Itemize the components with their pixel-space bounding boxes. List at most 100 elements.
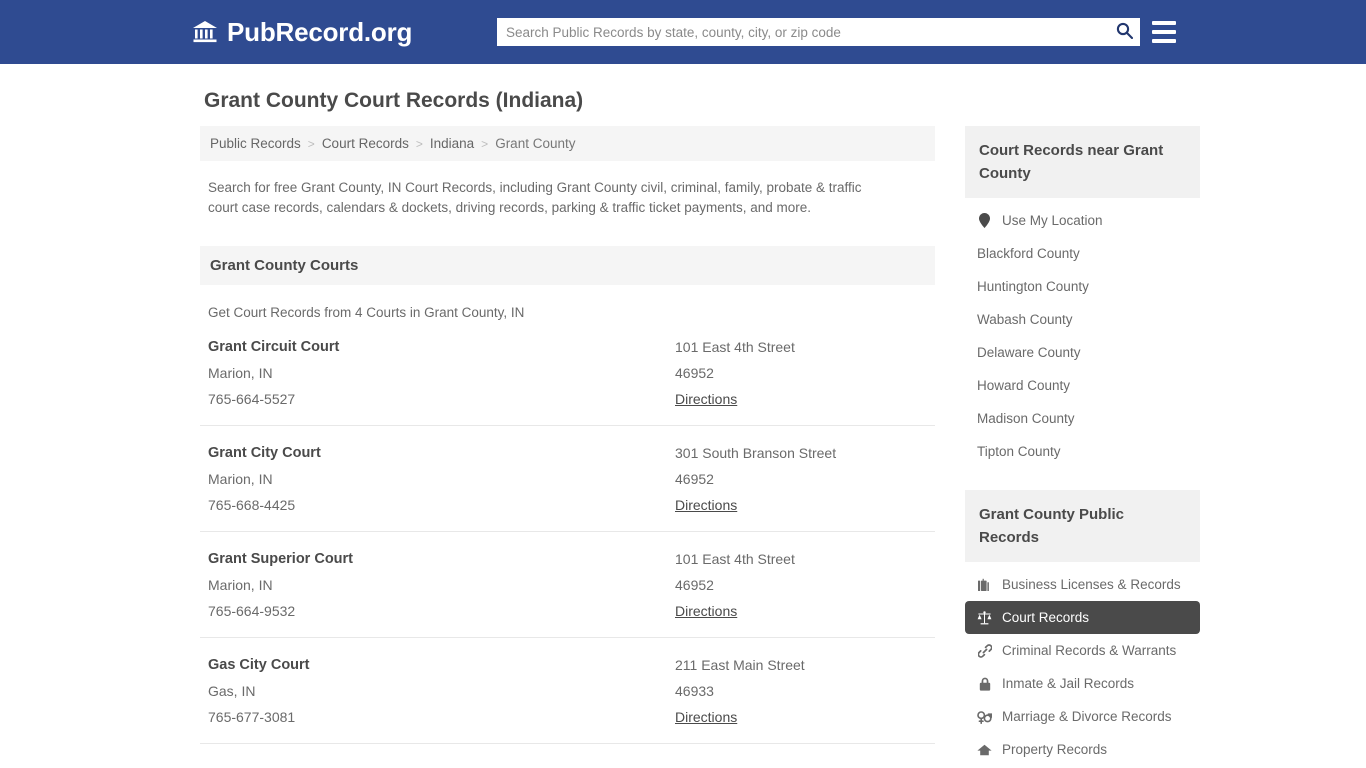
page-container: Grant County Court Records (Indiana) Pub… xyxy=(0,89,1366,768)
court-name: Gas City Court xyxy=(208,657,310,673)
court-phone: 765-664-5527 xyxy=(208,391,296,407)
court-address-block: 101 East 4th Street 46952 Directions xyxy=(675,551,927,621)
table-row: Grant City Court Marion, IN 765-668-4425… xyxy=(200,426,935,532)
nearby-county-list: Use My Location Blackford County Hunting… xyxy=(965,198,1200,468)
sidebar-item-label: Tipton County xyxy=(977,444,1061,459)
court-city-state: Marion, IN xyxy=(208,577,273,593)
directions-link[interactable]: Directions xyxy=(675,497,737,513)
court-address: 101 East 4th Street xyxy=(675,551,795,567)
courts-section-subheading: Get Court Records from 4 Courts in Grant… xyxy=(208,305,525,320)
court-name: Grant Circuit Court xyxy=(208,339,340,355)
table-row: Grant Superior Court Marion, IN 765-664-… xyxy=(200,532,935,638)
bank-icon xyxy=(192,19,218,45)
breadcrumb-separator: > xyxy=(481,136,489,151)
court-address-block: 301 South Branson Street 46952 Direction… xyxy=(675,445,927,515)
house-icon xyxy=(977,742,992,757)
gender-icon xyxy=(977,709,992,724)
sidebar-item-tipton-county[interactable]: Tipton County xyxy=(965,435,1200,468)
content-columns: Public Records > Court Records > Indiana… xyxy=(200,126,1200,768)
sidebar-item-label: Inmate & Jail Records xyxy=(1002,676,1135,691)
sidebar-item-huntington-county[interactable]: Huntington County xyxy=(965,270,1200,303)
sidebar-item-label: Madison County xyxy=(977,411,1075,426)
brand-name: PubRecord.org xyxy=(227,16,413,47)
hamburger-bar xyxy=(1152,21,1176,25)
court-address: 301 South Branson Street xyxy=(675,445,837,461)
table-row: Grant Circuit Court Marion, IN 765-664-5… xyxy=(200,320,935,426)
sidebar-item-court-records[interactable]: Court Records xyxy=(965,601,1200,634)
court-zip: 46952 xyxy=(675,577,714,593)
court-phone: 765-668-4425 xyxy=(208,497,296,513)
page-title: Grant County Court Records (Indiana) xyxy=(204,89,584,112)
sidebar-item-business-licenses[interactable]: Business Licenses & Records xyxy=(965,568,1200,601)
court-city-state: Marion, IN xyxy=(208,471,273,487)
directions-link[interactable]: Directions xyxy=(675,391,737,407)
breadcrumb-item-grant-county: Grant County xyxy=(495,136,576,151)
sidebar-item-use-my-location[interactable]: Use My Location xyxy=(965,204,1200,237)
breadcrumb-item-indiana[interactable]: Indiana xyxy=(430,136,474,151)
search-icon xyxy=(1116,22,1133,42)
court-phone: 765-664-9532 xyxy=(208,603,296,619)
public-records-list: Business Licenses & Records Court Record… xyxy=(965,562,1200,766)
sidebar-item-madison-county[interactable]: Madison County xyxy=(965,402,1200,435)
map-pin-icon xyxy=(977,213,992,228)
link-icon xyxy=(977,643,992,658)
court-city-state: Marion, IN xyxy=(208,365,273,381)
search-button[interactable] xyxy=(1108,18,1140,46)
sidebar-item-criminal-records[interactable]: Criminal Records & Warrants xyxy=(965,634,1200,667)
court-address-block: 101 East 4th Street 46952 Directions xyxy=(675,339,927,409)
court-zip: 46952 xyxy=(675,365,714,381)
directions-link[interactable]: Directions xyxy=(675,603,737,619)
page-intro-text: Search for free Grant County, IN Court R… xyxy=(208,180,862,215)
breadcrumb-item-public-records[interactable]: Public Records xyxy=(210,136,301,151)
court-name: Grant City Court xyxy=(208,445,321,461)
sidebar-item-label: Blackford County xyxy=(977,246,1080,261)
court-info: Gas City Court Gas, IN 765-677-3081 xyxy=(208,657,675,727)
sidebar-item-delaware-county[interactable]: Delaware County xyxy=(965,336,1200,369)
sidebar-item-wabash-county[interactable]: Wabash County xyxy=(965,303,1200,336)
nearby-panel-heading: Court Records near Grant County xyxy=(965,126,1200,198)
sidebar-item-howard-county[interactable]: Howard County xyxy=(965,369,1200,402)
breadcrumb-item-court-records[interactable]: Court Records xyxy=(322,136,409,151)
court-info: Grant Superior Court Marion, IN 765-664-… xyxy=(208,551,675,621)
court-zip: 46952 xyxy=(675,471,714,487)
sidebar-item-marriage-divorce-records[interactable]: Marriage & Divorce Records xyxy=(965,700,1200,733)
search-input[interactable] xyxy=(497,18,1108,46)
sidebar-item-inmate-jail-records[interactable]: Inmate & Jail Records xyxy=(965,667,1200,700)
court-name: Grant Superior Court xyxy=(208,551,354,567)
court-address: 211 East Main Street xyxy=(675,657,805,673)
search-bar xyxy=(497,18,1140,46)
hamburger-bar xyxy=(1152,30,1176,34)
sidebar-item-blackford-county[interactable]: Blackford County xyxy=(965,237,1200,270)
court-info: Grant Circuit Court Marion, IN 765-664-5… xyxy=(208,339,675,409)
court-address-block: 211 East Main Street 46933 Directions xyxy=(675,657,927,727)
breadcrumb: Public Records > Court Records > Indiana… xyxy=(200,126,935,161)
court-info: Grant City Court Marion, IN 765-668-4425 xyxy=(208,445,675,515)
court-zip: 46933 xyxy=(675,683,714,699)
sidebar-item-label: Howard County xyxy=(977,378,1071,393)
court-phone: 765-677-3081 xyxy=(208,709,296,725)
sidebar-item-label: Court Records xyxy=(1002,610,1090,625)
site-header: PubRecord.org xyxy=(0,0,1366,64)
table-row: Gas City Court Gas, IN 765-677-3081 211 … xyxy=(200,638,935,744)
sidebar-item-label: Wabash County xyxy=(977,312,1073,327)
hamburger-menu-icon[interactable] xyxy=(1152,19,1176,45)
sidebar-item-label: Huntington County xyxy=(977,279,1089,294)
main-content: Public Records > Court Records > Indiana… xyxy=(200,126,935,768)
sidebar-item-label: Business Licenses & Records xyxy=(1002,577,1181,592)
breadcrumb-separator: > xyxy=(307,136,315,151)
sidebar-item-label: Use My Location xyxy=(1002,213,1103,228)
lock-icon xyxy=(977,676,992,691)
brand-logo[interactable]: PubRecord.org xyxy=(192,17,412,48)
sidebar-item-label: Property Records xyxy=(1002,742,1108,757)
public-records-panel-heading: Grant County Public Records xyxy=(965,490,1200,562)
scales-icon xyxy=(977,610,992,625)
courts-section-heading: Grant County Courts xyxy=(200,246,935,285)
sidebar-item-label: Criminal Records & Warrants xyxy=(1002,643,1177,658)
sidebar: Court Records near Grant County Use My L… xyxy=(965,126,1200,766)
briefcase-icon xyxy=(977,577,992,592)
directions-link[interactable]: Directions xyxy=(675,709,737,725)
breadcrumb-separator: > xyxy=(415,136,423,151)
court-city-state: Gas, IN xyxy=(208,683,256,699)
sidebar-item-label: Marriage & Divorce Records xyxy=(1002,709,1172,724)
sidebar-item-property-records[interactable]: Property Records xyxy=(965,733,1200,766)
